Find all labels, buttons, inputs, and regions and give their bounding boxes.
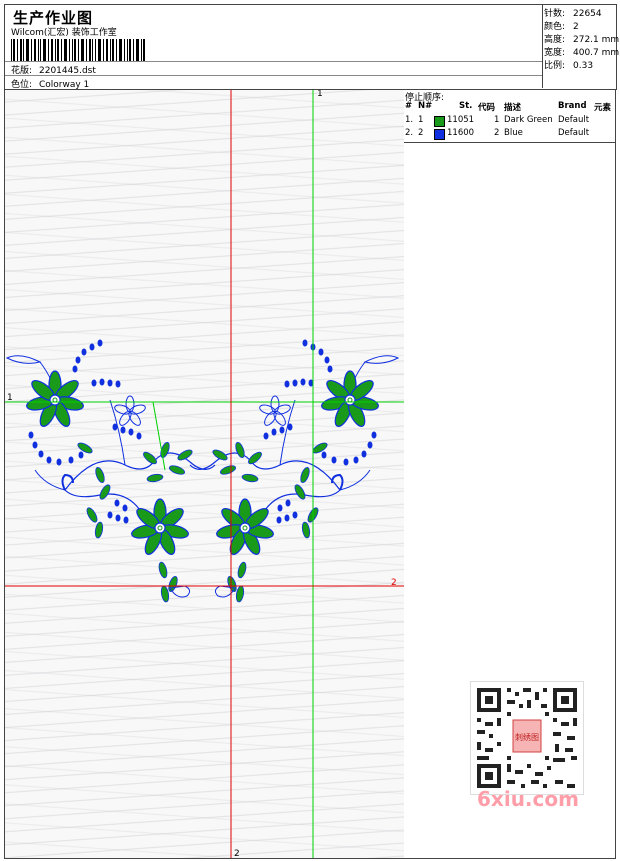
row-code: 2 [494, 128, 500, 138]
color-swatch-dark-green [434, 116, 445, 127]
header-box: 生产作业图 Wilcom(汇宏) 装饰工作室 花版: 2201445.dst 色… [4, 4, 617, 90]
row-stitches: 11600 [447, 128, 475, 138]
design-stats: 针数: 22654 颜色: 2 高度: 272.1 mm 宽度: 400.7 mm 比例… [542, 4, 619, 88]
marker-bottom: 2 [234, 849, 240, 858]
row-n: 2 [418, 128, 424, 138]
col-num: # [405, 101, 413, 111]
scale-value: 0.33 [573, 61, 594, 71]
qr-center-seal: 刺绣图 [515, 732, 539, 742]
site-watermark: 6xiu.com [477, 787, 579, 811]
stat-width: 宽度: 400.7 mm [544, 45, 619, 58]
stitches-value: 22654 [573, 9, 602, 19]
row-code: 1 [494, 115, 500, 125]
colors-label: 颜色: [544, 22, 566, 32]
colors-value: 2 [573, 22, 579, 32]
height-value: 272.1 mm [573, 35, 620, 45]
row-num: 1. [405, 115, 414, 125]
row-brand: Default [558, 115, 590, 125]
col-st: St. [459, 101, 473, 111]
row-stitches: 11051 [447, 115, 475, 125]
table-row[interactable]: 1. 1 11051 1 Dark Green Default [404, 115, 615, 127]
stat-stitches: 针数: 22654 [544, 6, 602, 19]
col-element: 元素 [594, 103, 612, 113]
design-canvas[interactable]: 1 1 2 2 [4, 89, 406, 859]
col-n: N# [418, 101, 433, 111]
header-divider-2 [5, 75, 543, 76]
row-num: 2. [405, 128, 414, 138]
table-row[interactable]: 2. 2 11600 2 Blue Default [404, 128, 615, 140]
company-subtitle: Wilcom(汇宏) 装饰工作室 [11, 28, 117, 38]
width-value: 400.7 mm [573, 48, 620, 58]
header-divider [5, 61, 543, 62]
height-label: 高度: [544, 35, 566, 45]
width-label: 宽度: [544, 48, 566, 58]
production-worksheet: 生产作业图 Wilcom(汇宏) 装饰工作室 花版: 2201445.dst 色… [0, 0, 620, 861]
qr-code: 刺绣图 [470, 681, 584, 795]
stitches-label: 针数: [544, 9, 566, 19]
stat-colors: 颜色: 2 [544, 19, 579, 32]
row-n: 1 [418, 115, 424, 125]
stat-scale: 比例: 0.33 [544, 58, 593, 71]
embroidery-preview: 1 1 2 2 [5, 90, 405, 858]
marker-top: 1 [317, 90, 323, 99]
row-desc: Blue [504, 128, 523, 138]
marker-left: 1 [7, 393, 13, 403]
col-code: 代码 [478, 103, 496, 113]
stat-height: 高度: 272.1 mm [544, 32, 619, 45]
col-desc: 描述 [504, 103, 522, 113]
row-brand: Default [558, 128, 590, 138]
panel-divider [404, 142, 615, 143]
barcode-image [11, 39, 145, 61]
color-swatch-blue [434, 129, 445, 140]
scale-label: 比例: [544, 61, 566, 71]
marker-right: 2 [391, 578, 397, 588]
col-brand: Brand [558, 101, 587, 111]
row-desc: Dark Green [504, 115, 553, 125]
